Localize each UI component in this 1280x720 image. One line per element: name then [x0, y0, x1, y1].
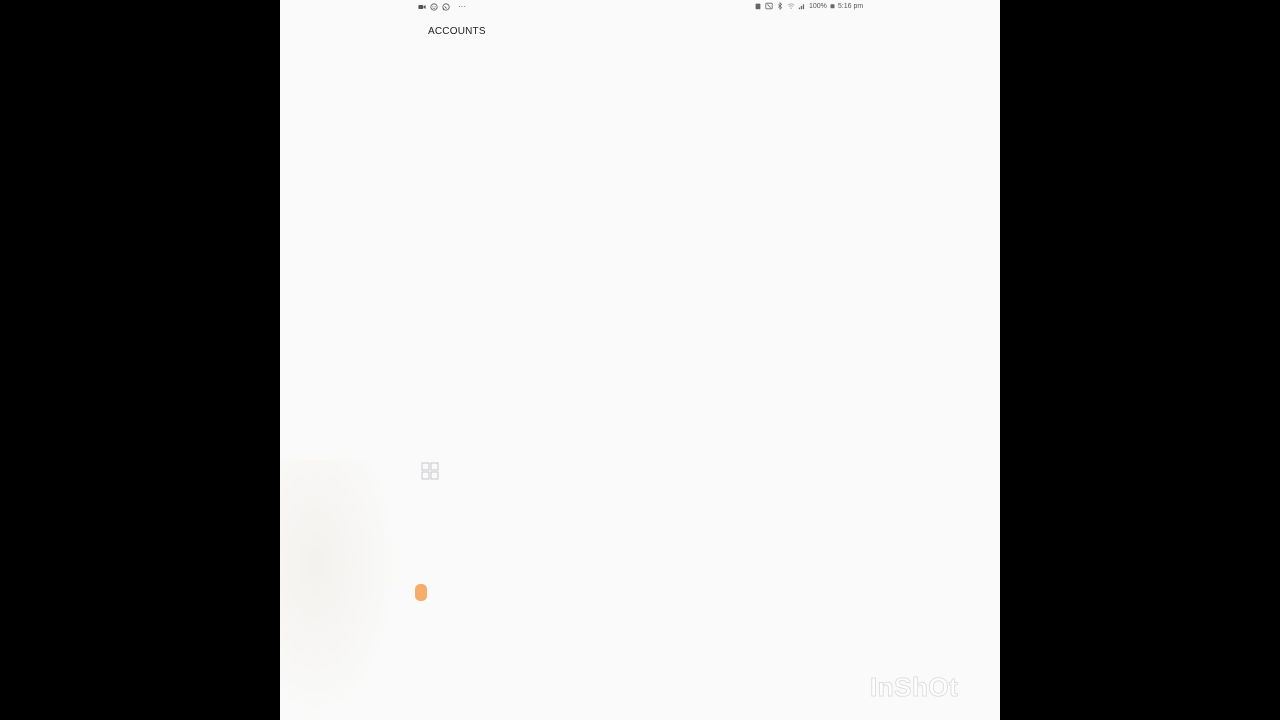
status-time: 5:16 pm — [837, 2, 864, 10]
status-bar: ··· 100% 5:16 pm — [280, 0, 1000, 14]
status-bar-system: 100% 5:16 pm — [754, 2, 863, 10]
letterbox-left — [0, 0, 280, 720]
battery-percent: 100% — [809, 2, 827, 10]
video-call-icon — [418, 4, 426, 9]
whatsapp-icon — [442, 2, 450, 11]
nfc-icon — [765, 2, 773, 10]
inshot-watermark: InShOt — [869, 672, 959, 703]
grid-icon[interactable] — [421, 462, 439, 480]
smiley-icon — [430, 2, 438, 11]
bluetooth-icon — [778, 2, 783, 10]
more-notifications-indicator: ··· — [458, 2, 466, 11]
battery-icon — [830, 4, 835, 9]
faded-overlay — [280, 460, 400, 720]
letterbox-right — [1000, 0, 1280, 720]
orange-app-icon[interactable] — [415, 584, 427, 601]
wifi-icon — [787, 3, 795, 9]
status-bar-notifications: ··· — [418, 2, 466, 11]
alarm-icon — [755, 3, 761, 10]
page-title: ACCOUNTS — [428, 26, 486, 37]
phone-screen: ··· 100% 5:16 pm ACCOUNTS InShOt — [280, 0, 1000, 720]
signal-icon — [798, 4, 805, 10]
